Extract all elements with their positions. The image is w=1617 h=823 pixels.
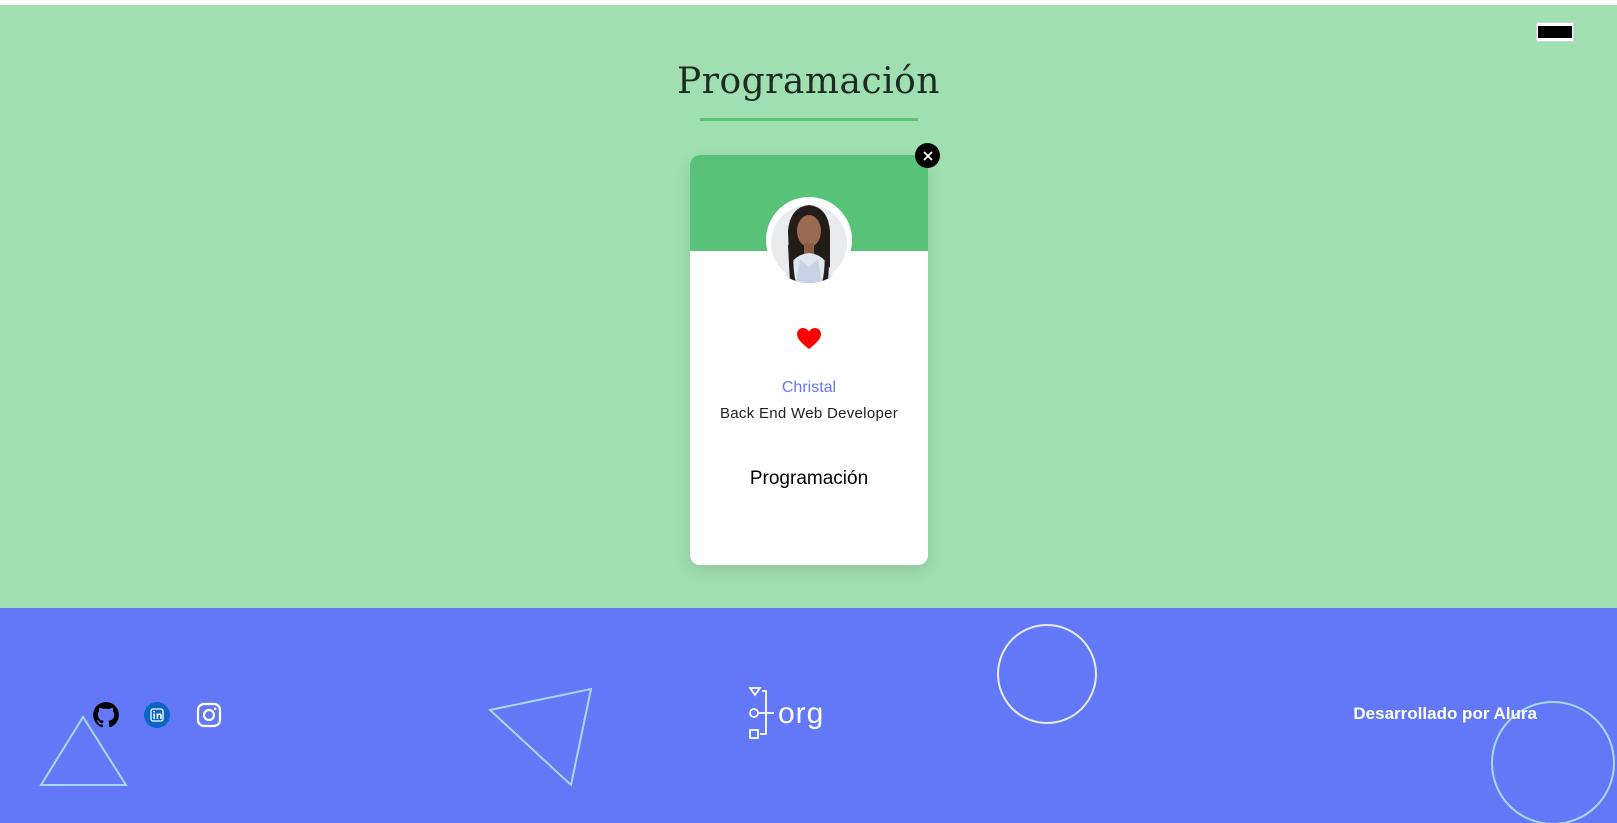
org-logo-icon <box>748 687 774 739</box>
close-icon <box>923 151 932 160</box>
footer-credit: Desarrollado por Alura <box>1353 704 1537 723</box>
delete-button[interactable] <box>915 143 940 168</box>
toggle-form-button[interactable] <box>1536 22 1574 42</box>
logo-text: org <box>778 697 825 730</box>
title-underline <box>700 118 918 121</box>
collaborator-team: Programación <box>749 468 869 489</box>
org-logo[interactable]: org <box>748 686 824 742</box>
team-section: Programación Christal Back End Web Devel… <box>0 5 1617 608</box>
triangle-shape <box>487 687 593 787</box>
instagram-icon <box>196 702 222 728</box>
collaborator-name: Christal <box>781 379 837 396</box>
github-icon <box>93 702 119 728</box>
collaborator-role: Back End Web Developer <box>719 405 899 422</box>
favorite-button[interactable] <box>796 327 822 351</box>
instagram-link[interactable] <box>194 700 224 730</box>
section-title: Programación <box>677 61 940 102</box>
toggle-form-icon <box>1538 26 1572 38</box>
circle-shape <box>997 624 1097 724</box>
avatar <box>766 197 852 283</box>
page: Programación Christal Back End Web Devel… <box>0 0 1617 823</box>
linkedin-link[interactable] <box>142 700 172 730</box>
linkedin-icon <box>144 702 170 728</box>
profile-photo <box>766 197 852 283</box>
github-link[interactable] <box>91 700 121 730</box>
heart-icon <box>797 328 821 349</box>
collaborator-card: Christal Back End Web Developer Programa… <box>690 143 940 565</box>
footer: org Desarrollado por Alura <box>0 608 1617 823</box>
